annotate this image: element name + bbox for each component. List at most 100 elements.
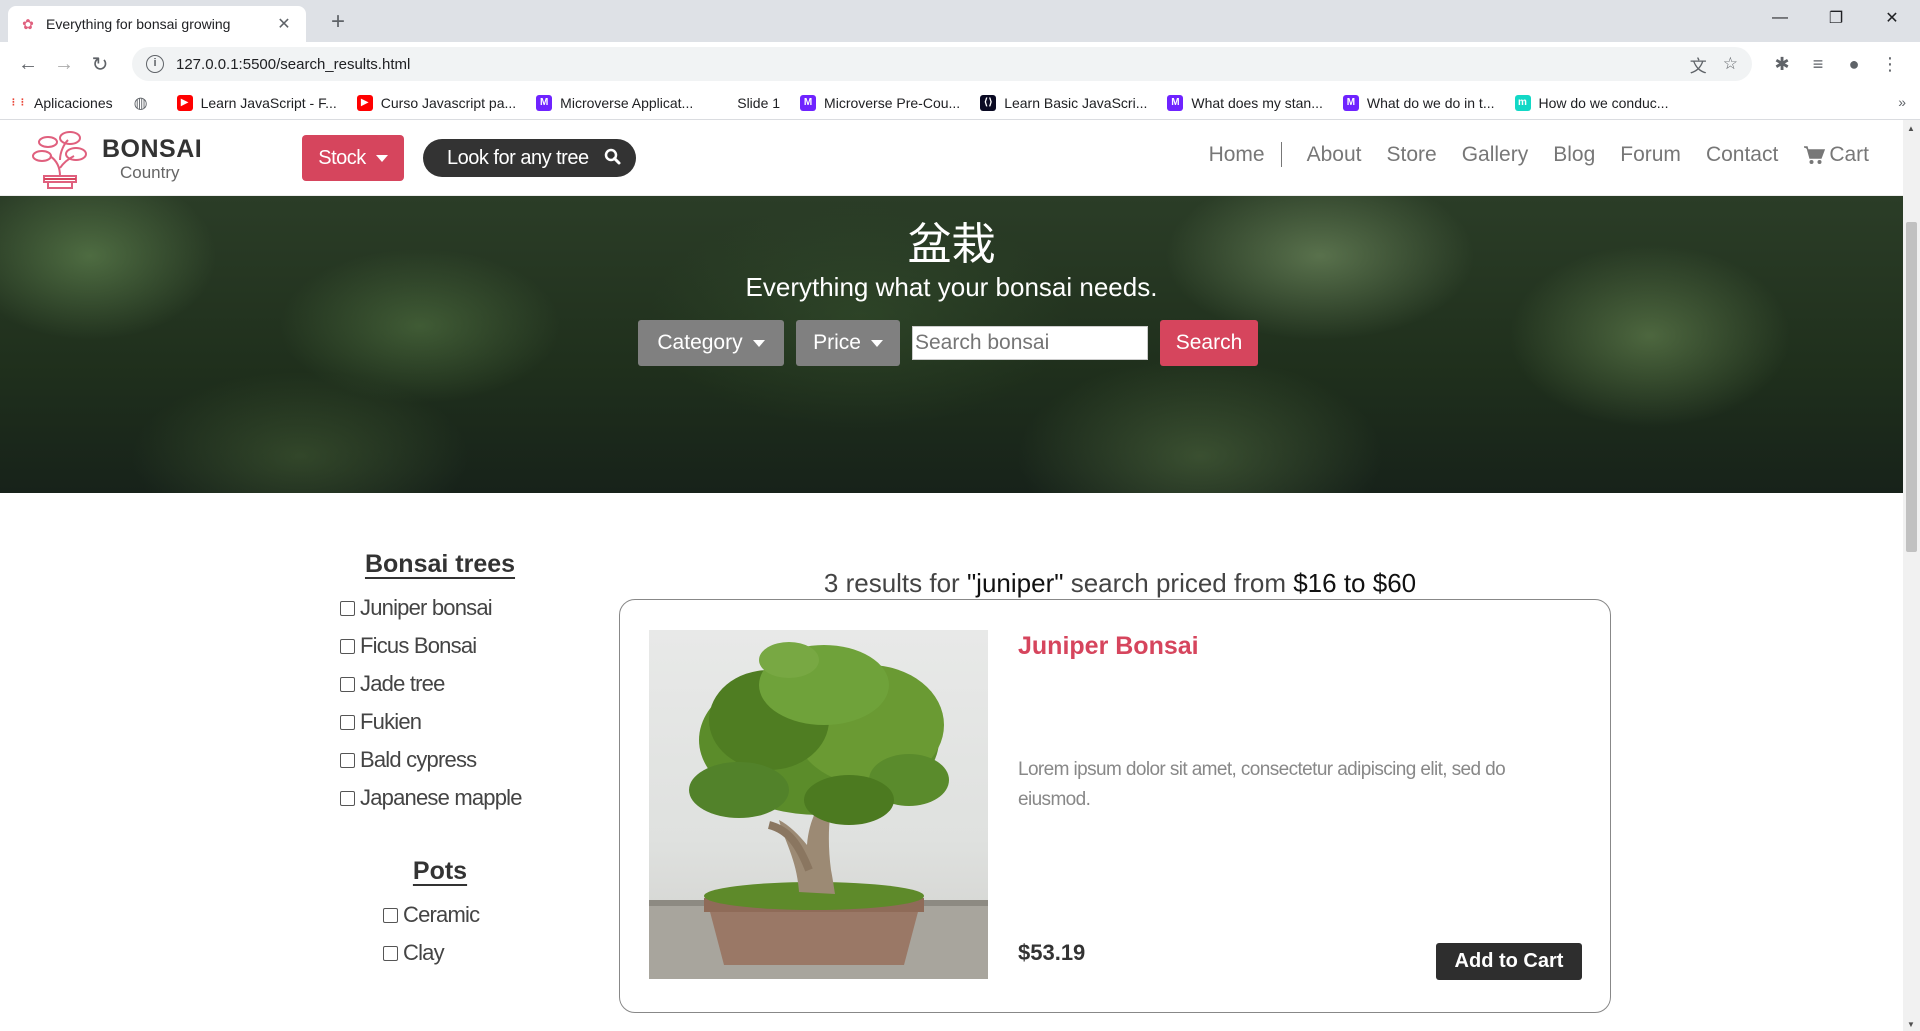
bookmark-label: Learn JavaScript - F... <box>200 94 337 111</box>
filter-sidebar: Bonsai trees Juniper bonsai Ficus Bonsai… <box>340 550 540 972</box>
checkbox[interactable] <box>340 714 355 730</box>
pots-filter-group: Pots Ceramic Clay <box>340 857 540 972</box>
site-navbar: BONSAI Country Stock Look for any tree H… <box>0 120 1903 196</box>
filter-label: Bald cypress <box>360 747 477 772</box>
bookmark-star-icon[interactable]: ☆ <box>1723 54 1738 74</box>
translate-icon[interactable]: 文 <box>1690 52 1707 77</box>
checkbox[interactable] <box>383 907 398 923</box>
look-label: Look for any tree <box>447 146 589 169</box>
filter-label: Jade tree <box>360 671 445 696</box>
browser-tab[interactable]: ✿ Everything for bonsai growing ✕ <box>8 6 306 42</box>
search-icon <box>604 148 621 165</box>
more-bookmarks-icon[interactable]: » <box>1898 94 1906 110</box>
nav-contact[interactable]: Contact <box>1706 143 1778 167</box>
bookmark-item[interactable]: M Microverse Pre-Cou... <box>800 94 960 111</box>
bookmark-item[interactable]: M What do we do in t... <box>1342 94 1495 111</box>
checkbox[interactable] <box>340 638 355 654</box>
search-bonsai-input[interactable] <box>912 326 1148 360</box>
filter-bald-cypress[interactable]: Bald cypress <box>340 741 540 779</box>
scroll-down-icon[interactable]: ▼ <box>1907 1020 1915 1029</box>
filter-clay[interactable]: Clay <box>340 934 540 972</box>
nav-blog[interactable]: Blog <box>1553 143 1595 167</box>
nav-about[interactable]: About <box>1307 143 1362 167</box>
nav-forum[interactable]: Forum <box>1620 143 1681 167</box>
bookmark-item[interactable]: Slide 1 <box>713 95 780 111</box>
minimize-icon[interactable]: — <box>1752 0 1808 36</box>
bookmark-label: Microverse Applicat... <box>560 94 694 111</box>
nav-cart[interactable]: Cart <box>1803 143 1869 167</box>
stock-dropdown-button[interactable]: Stock <box>302 135 404 181</box>
filter-juniper-bonsai[interactable]: Juniper bonsai <box>340 589 540 627</box>
bookmark-item[interactable]: ▶ Curso Javascript pa... <box>356 94 516 111</box>
main-menu: Home About Store Gallery Blog Forum Cont… <box>1184 142 1869 168</box>
bookmark-item[interactable]: ⋮⋮ Aplicaciones <box>9 94 113 111</box>
bookmark-item[interactable]: ⟨⟩ Learn Basic JavaScri... <box>980 94 1147 111</box>
checkbox[interactable] <box>340 676 355 692</box>
media-queue-icon[interactable]: ≡ <box>1800 48 1836 80</box>
restore-icon[interactable]: ❐ <box>1808 0 1864 36</box>
bookmark-label: Aplicaciones <box>34 94 113 111</box>
brand-logo-link[interactable]: BONSAI Country <box>30 128 202 190</box>
filter-japanese-mapple[interactable]: Japanese mapple <box>340 779 540 817</box>
checkbox[interactable] <box>340 600 355 616</box>
microverse-icon: M <box>1167 94 1184 111</box>
bookmark-item[interactable]: M What does my stan... <box>1167 94 1323 111</box>
site-info-icon[interactable]: i <box>146 55 164 73</box>
filter-label: Clay <box>403 940 445 965</box>
bookmark-label: How do we conduc... <box>1538 94 1669 111</box>
scroll-up-icon[interactable]: ▲ <box>1907 124 1915 133</box>
filter-jade-tree[interactable]: Jade tree <box>340 665 540 703</box>
bookmark-item[interactable]: ▶ Learn JavaScript - F... <box>176 94 337 111</box>
product-name-link[interactable]: Juniper Bonsai <box>1018 632 1199 661</box>
filter-ceramic[interactable]: Ceramic <box>340 896 540 934</box>
bonsai-trees-heading: Bonsai trees <box>364 550 516 578</box>
bookmarks-bar: ⋮⋮ Aplicaciones ◍ ▶ Learn JavaScript - F... ▶… <box>0 86 1920 120</box>
menu-kebab-icon[interactable]: ⋮ <box>1872 48 1908 80</box>
checkbox[interactable] <box>340 752 355 768</box>
filter-ficus-bonsai[interactable]: Ficus Bonsai <box>340 627 540 665</box>
reload-icon[interactable]: ↻ <box>84 48 116 80</box>
stock-label: Stock <box>318 146 366 169</box>
bookmark-item[interactable]: M Microverse Applicat... <box>536 94 694 111</box>
price-dropdown-button[interactable]: Price <box>796 320 900 366</box>
category-dropdown-button[interactable]: Category <box>638 320 784 366</box>
product-description: Lorem ipsum dolor sit amet, consectetur … <box>1018 759 1506 811</box>
price-label: Price <box>813 331 861 354</box>
bonsai-tree-image <box>649 642 988 979</box>
nav-gallery[interactable]: Gallery <box>1462 143 1529 167</box>
page-viewport: BONSAI Country Stock Look for any tree H… <box>0 120 1920 1031</box>
cart-label: Cart <box>1829 142 1869 166</box>
filter-label: Ceramic <box>403 902 480 927</box>
nav-store[interactable]: Store <box>1386 143 1436 167</box>
bookmark-item[interactable]: ◍ <box>133 95 157 112</box>
nav-home[interactable]: Home <box>1209 142 1282 168</box>
address-bar[interactable]: i 127.0.0.1:5500/search_results.html 文 ☆ <box>132 47 1752 81</box>
checkbox[interactable] <box>383 945 398 961</box>
bookmark-label: What does my stan... <box>1191 94 1323 111</box>
filter-fukien[interactable]: Fukien <box>340 703 540 741</box>
results-price-range: $16 to $60 <box>1293 568 1417 598</box>
search-button[interactable]: Search <box>1160 320 1258 366</box>
forward-icon[interactable]: → <box>48 48 80 80</box>
close-window-icon[interactable]: ✕ <box>1864 0 1920 36</box>
profile-icon[interactable]: ● <box>1836 48 1872 80</box>
web-page: BONSAI Country Stock Look for any tree H… <box>0 120 1903 1031</box>
look-for-tree-search[interactable]: Look for any tree <box>423 139 636 177</box>
results-mid-text: search priced from <box>1063 568 1294 598</box>
checkbox[interactable] <box>340 790 355 806</box>
tab-title: Everything for bonsai growing <box>46 16 231 32</box>
bookmark-item[interactable]: m How do we conduc... <box>1514 94 1669 111</box>
page-scrollbar[interactable]: ▲ ▼ <box>1903 120 1920 1031</box>
scrollbar-thumb[interactable] <box>1906 222 1917 552</box>
filter-label: Fukien <box>360 709 422 734</box>
product-image[interactable] <box>649 630 988 979</box>
blank-icon <box>713 95 729 111</box>
extensions-icon[interactable]: ✱ <box>1764 48 1800 80</box>
add-to-cart-button[interactable]: Add to Cart <box>1436 943 1582 980</box>
window-controls: — ❐ ✕ <box>1752 0 1920 36</box>
back-icon[interactable]: ← <box>12 48 44 80</box>
new-tab-icon[interactable]: + <box>326 8 350 36</box>
pots-heading: Pots <box>412 857 468 885</box>
close-tab-icon[interactable]: ✕ <box>274 14 294 34</box>
browser-toolbar: ← → ↻ i 127.0.0.1:5500/search_results.ht… <box>0 42 1920 86</box>
